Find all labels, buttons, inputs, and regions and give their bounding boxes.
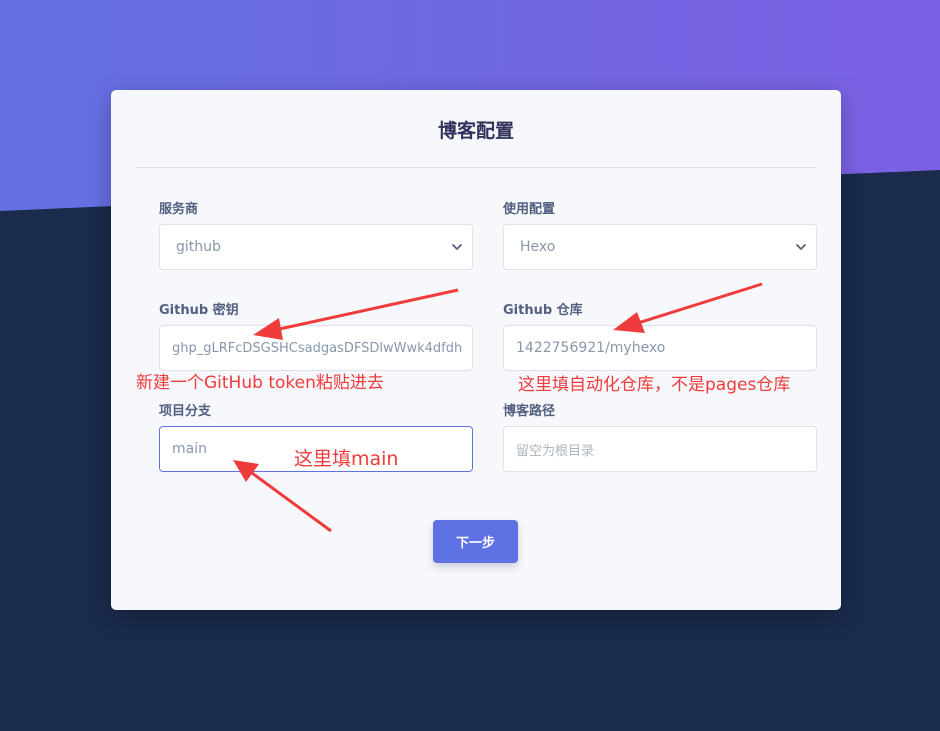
blog-config-card: 博客配置 服务商 github 使用配置 Hexo Github 密钥 ghp_… xyxy=(111,90,841,610)
repo-annotation: 这里填自动化仓库，不是pages仓库 xyxy=(518,375,791,395)
token-input[interactable]: ghp_gLRFcDSGSHCsadgasDFSDlwWwk4dfdh xyxy=(159,325,473,371)
provider-select[interactable]: github xyxy=(159,224,473,270)
path-input-placeholder: 留空为根目录 xyxy=(516,443,595,459)
repo-input[interactable]: 1422756921/myhexo xyxy=(503,325,817,371)
page-title: 博客配置 xyxy=(437,120,514,142)
provider-label: 服务商 xyxy=(159,202,199,217)
next-button[interactable]: 下一步 xyxy=(433,520,518,563)
repo-label: Github 仓库 xyxy=(503,303,583,318)
config-select-value: Hexo xyxy=(520,239,556,255)
path-input[interactable]: 留空为根目录 xyxy=(503,426,817,472)
chevron-down-icon xyxy=(796,244,806,250)
token-label: Github 密钥 xyxy=(159,303,239,318)
repo-input-value: 1422756921/myhexo xyxy=(516,340,666,356)
path-label: 博客路径 xyxy=(503,404,556,419)
branch-label: 项目分支 xyxy=(159,404,212,419)
title-divider xyxy=(135,167,817,168)
config-label: 使用配置 xyxy=(503,202,556,217)
config-select[interactable]: Hexo xyxy=(503,224,817,270)
branch-annotation: 这里填main xyxy=(294,448,399,470)
chevron-down-icon xyxy=(452,244,462,250)
branch-input-value: main xyxy=(172,441,207,457)
token-annotation: 新建一个GitHub token粘贴进去 xyxy=(136,373,384,393)
token-input-value: ghp_gLRFcDSGSHCsadgasDFSDlwWwk4dfdh xyxy=(172,340,463,356)
provider-select-value: github xyxy=(176,239,221,255)
